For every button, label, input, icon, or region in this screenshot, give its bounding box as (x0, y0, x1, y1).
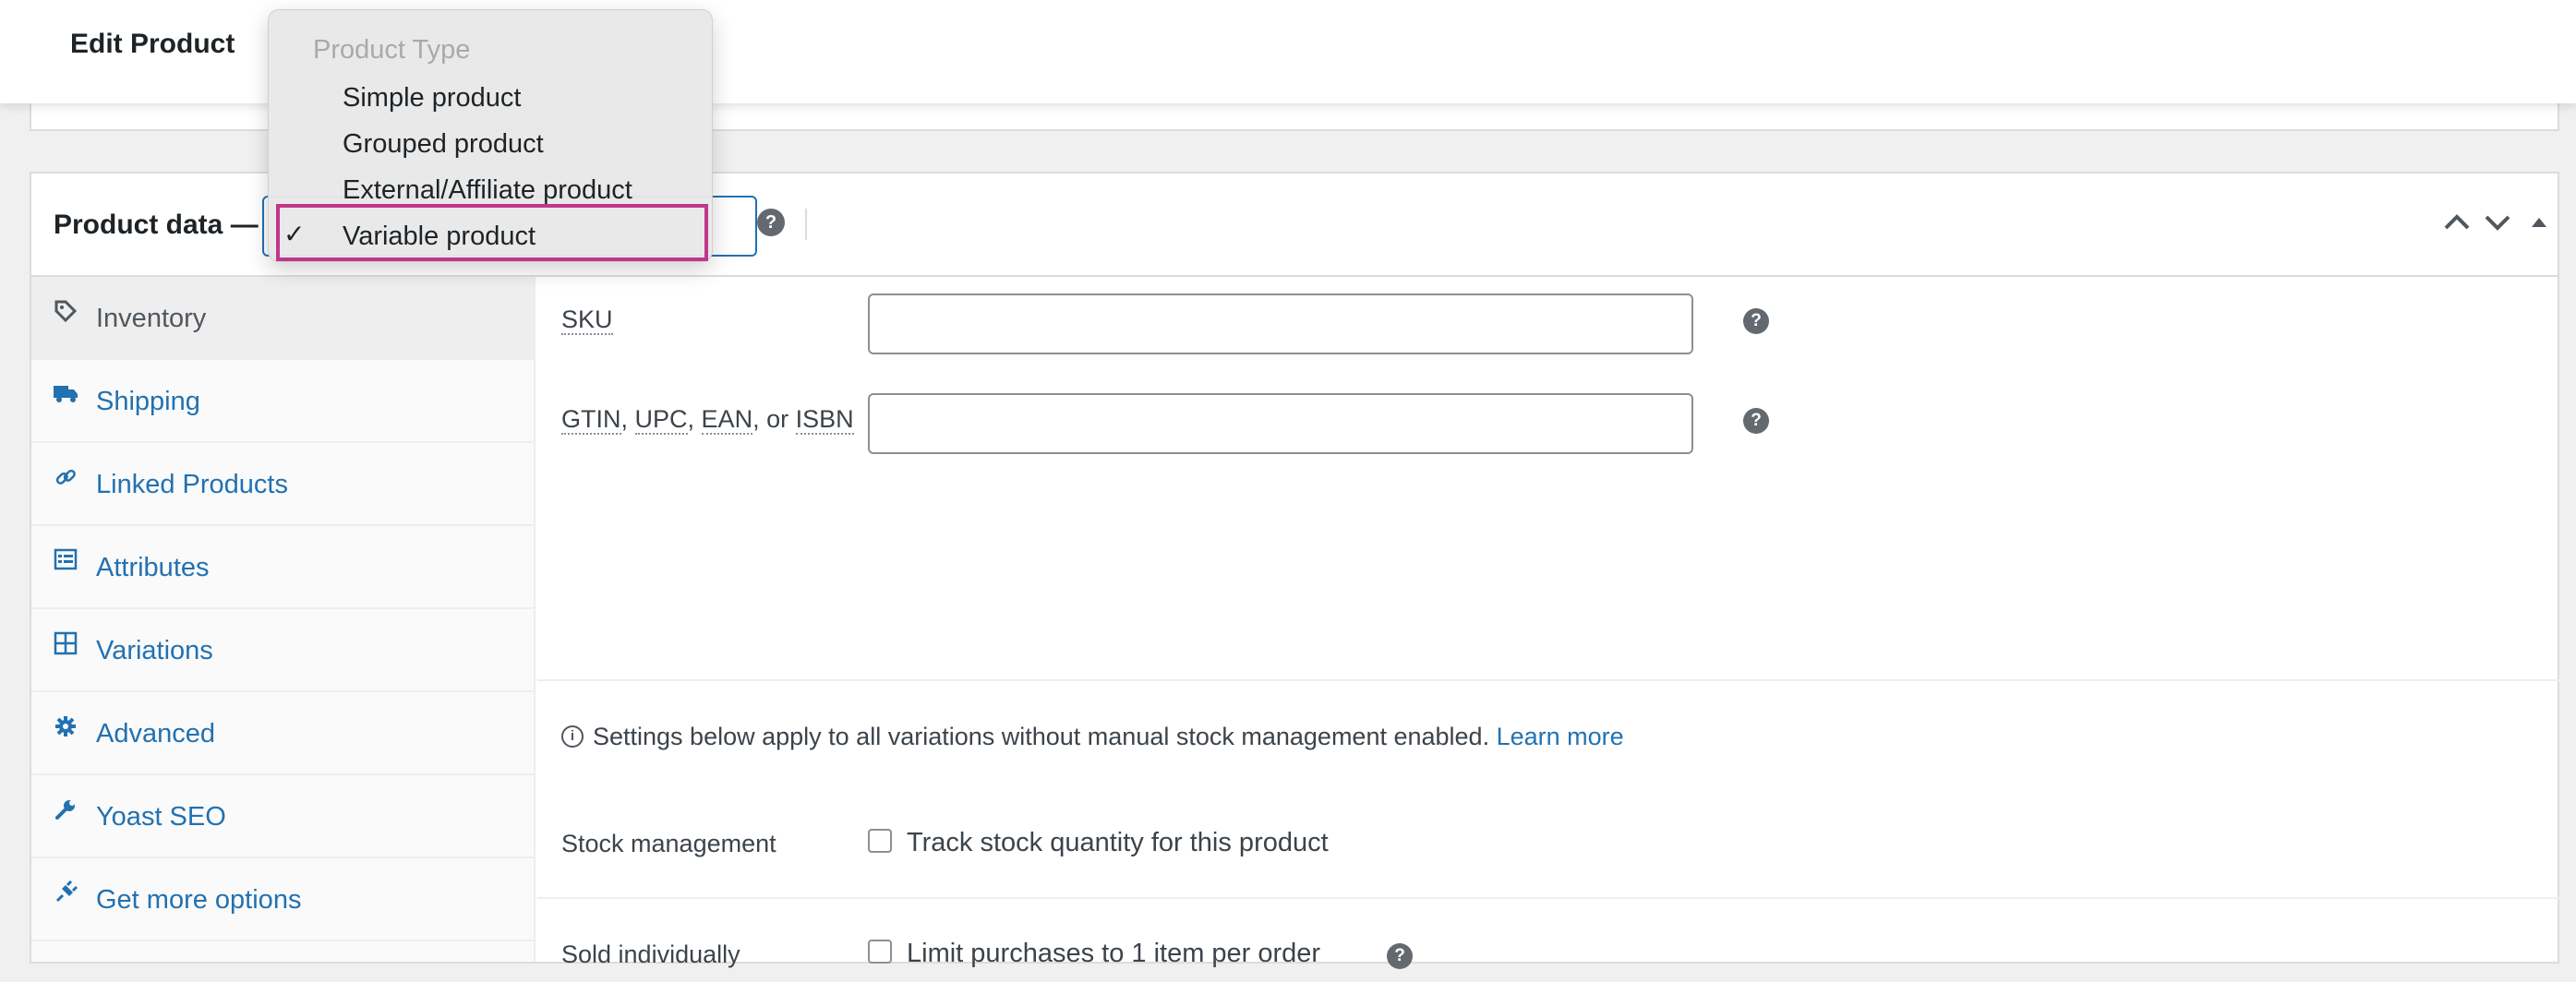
sold-individually-checkbox[interactable] (868, 940, 892, 964)
tab-yoast-seo[interactable]: Yoast SEO (31, 775, 534, 858)
gtin-input[interactable] (868, 393, 1693, 454)
product-data-label: Product data — (54, 210, 259, 240)
tab-label: Yoast SEO (96, 802, 226, 832)
track-stock-checkbox[interactable] (868, 829, 892, 853)
chevron-up-icon[interactable] (2443, 205, 2471, 242)
tab-attributes[interactable]: Attributes (31, 526, 534, 609)
stock-management-label: Stock management (561, 830, 776, 857)
tab-label: Variations (96, 636, 213, 665)
tab-label: Attributes (96, 553, 210, 582)
product-data-tabs: Inventory Shipping Linked Products Attri… (31, 277, 536, 962)
inventory-panel: SKU ? GTIN, UPC, EAN, or ISBN ? i Settin… (537, 277, 2559, 969)
product-data-box: Product data — ? Inventory Shipping Link… (30, 172, 2559, 969)
tab-label: Shipping (96, 387, 200, 416)
tag-icon (52, 299, 79, 327)
link-icon (52, 465, 79, 493)
inventory-notice: Settings below apply to all variations w… (593, 723, 1624, 750)
help-icon[interactable]: ? (757, 209, 785, 236)
dropdown-group-label: Product Type (313, 35, 471, 65)
wrench-icon (52, 797, 79, 825)
tab-shipping[interactable]: Shipping (31, 360, 534, 443)
sold-individually-label: Sold individually (561, 940, 740, 968)
chevron-down-icon[interactable] (2484, 205, 2511, 242)
tab-linked-products[interactable]: Linked Products (31, 443, 534, 526)
track-stock-checkbox-label: Track stock quantity for this product (907, 828, 1329, 857)
tab-get-more-options[interactable]: Get more options (31, 858, 534, 941)
grid-icon (52, 631, 79, 659)
info-icon: i (561, 725, 584, 748)
section-divider (537, 897, 2559, 899)
section-divider (537, 679, 2559, 681)
help-icon[interactable]: ? (1743, 308, 1769, 334)
checkmark-icon: ✓ (283, 220, 306, 248)
tab-variations[interactable]: Variations (31, 609, 534, 692)
tab-inventory[interactable]: Inventory (31, 277, 534, 360)
option-variable-product[interactable]: Variable product (343, 219, 536, 254)
help-icon[interactable]: ? (1387, 943, 1413, 969)
sku-input[interactable] (868, 293, 1693, 354)
product-type-dropdown: Product Type Simple product Grouped prod… (268, 9, 713, 262)
sold-individually-checkbox-label: Limit purchases to 1 item per order (907, 939, 1321, 968)
option-grouped-product[interactable]: Grouped product (343, 126, 544, 162)
option-simple-product[interactable]: Simple product (343, 80, 521, 115)
gtin-label: GTIN, UPC, EAN, or ISBN (561, 405, 854, 435)
tab-label: Get more options (96, 885, 302, 915)
help-icon[interactable]: ? (1743, 408, 1769, 434)
tab-label: Advanced (96, 719, 215, 748)
gear-icon (52, 714, 79, 742)
header-separator (805, 209, 807, 240)
sku-label: SKU (561, 305, 613, 335)
tab-label: Inventory (96, 304, 207, 333)
page-title: Edit Product (70, 29, 235, 59)
plugin-icon (52, 880, 79, 908)
truck-icon (52, 382, 79, 410)
list-icon (52, 548, 79, 576)
learn-more-link[interactable]: Learn more (1497, 723, 1624, 750)
option-external-affiliate-product[interactable]: External/Affiliate product (343, 173, 632, 208)
tab-advanced[interactable]: Advanced (31, 692, 534, 775)
tab-label: Linked Products (96, 470, 288, 499)
toggle-arrow-icon[interactable] (2530, 205, 2548, 242)
